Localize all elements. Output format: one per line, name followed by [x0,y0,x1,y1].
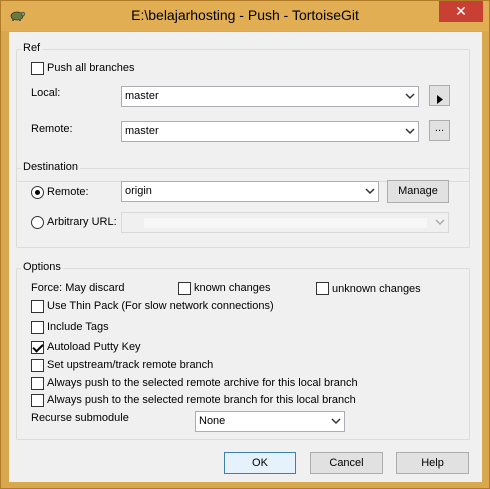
ref-group-label: Ref [21,42,43,54]
known-changes-label: known changes [194,282,271,294]
always-push-archive-checkbox[interactable] [31,377,44,390]
options-group-label: Options [21,261,63,273]
url-field-inner [144,218,427,228]
set-upstream-checkbox[interactable] [31,359,44,372]
autoload-putty-key-checkbox[interactable] [31,341,44,354]
always-push-branch-label: Always push to the selected remote branc… [47,394,356,406]
chevron-down-icon [405,91,415,101]
remote-radio-label: Remote: [47,186,89,198]
recurse-submodule-value: None [199,415,226,427]
browse-remote-branch-button[interactable]: ... [429,120,450,141]
remote-branch-dropdown[interactable]: master [121,121,419,142]
thin-pack-checkbox[interactable] [31,300,44,313]
title-bar[interactable]: E:\belajarhosting - Push - TortoiseGit ✕ [1,1,489,31]
chevron-down-icon [405,126,415,136]
dialog-client-area: Ref Push all branches Local: master Remo… [9,32,482,482]
remote-branch-value: master [125,125,159,137]
include-tags-label: Include Tags [47,321,109,333]
local-label: Local: [31,87,61,99]
force-label: Force: May discard [31,282,125,294]
ok-button[interactable]: OK [224,452,296,474]
play-arrow-icon [437,91,444,111]
show-log-button[interactable] [429,85,450,106]
destination-group-label: Destination [21,161,81,173]
remote-branch-label: Remote: [31,123,73,135]
recurse-submodule-label: Recurse submodule [31,412,129,424]
remote-value: origin [125,185,152,197]
help-button[interactable]: Help [396,452,469,474]
chevron-down-icon [435,217,445,227]
close-button[interactable]: ✕ [439,1,483,22]
unknown-changes-label: unknown changes [332,283,421,295]
push-all-branches-label: Push all branches [47,62,135,74]
arbitrary-url-radio[interactable] [31,216,44,229]
set-upstream-label: Set upstream/track remote branch [47,359,214,371]
local-branch-value: master [125,90,159,102]
window-title: E:\belajarhosting - Push - TortoiseGit [131,7,359,23]
unknown-changes-checkbox[interactable] [316,282,329,295]
always-push-branch-checkbox[interactable] [31,394,44,407]
arbitrary-url-label: Arbitrary URL: [47,216,117,228]
arbitrary-url-dropdown[interactable] [121,212,449,233]
local-branch-dropdown[interactable]: master [121,86,419,107]
push-all-branches-checkbox[interactable] [31,62,44,75]
known-changes-checkbox[interactable] [178,282,191,295]
push-dialog-window: E:\belajarhosting - Push - TortoiseGit ✕… [0,0,490,489]
recurse-submodule-dropdown[interactable]: None [195,411,345,432]
cancel-button[interactable]: Cancel [310,452,383,474]
include-tags-checkbox[interactable] [31,321,44,334]
always-push-archive-label: Always push to the selected remote archi… [47,377,358,389]
autoload-putty-key-label: Autoload Putty Key [47,341,141,353]
chevron-down-icon [331,416,341,426]
thin-pack-label: Use Thin Pack (For slow network connecti… [47,300,274,312]
manage-button[interactable]: Manage [387,180,449,203]
remote-dropdown[interactable]: origin [121,181,379,202]
chevron-down-icon [365,186,375,196]
remote-radio[interactable] [31,186,44,199]
